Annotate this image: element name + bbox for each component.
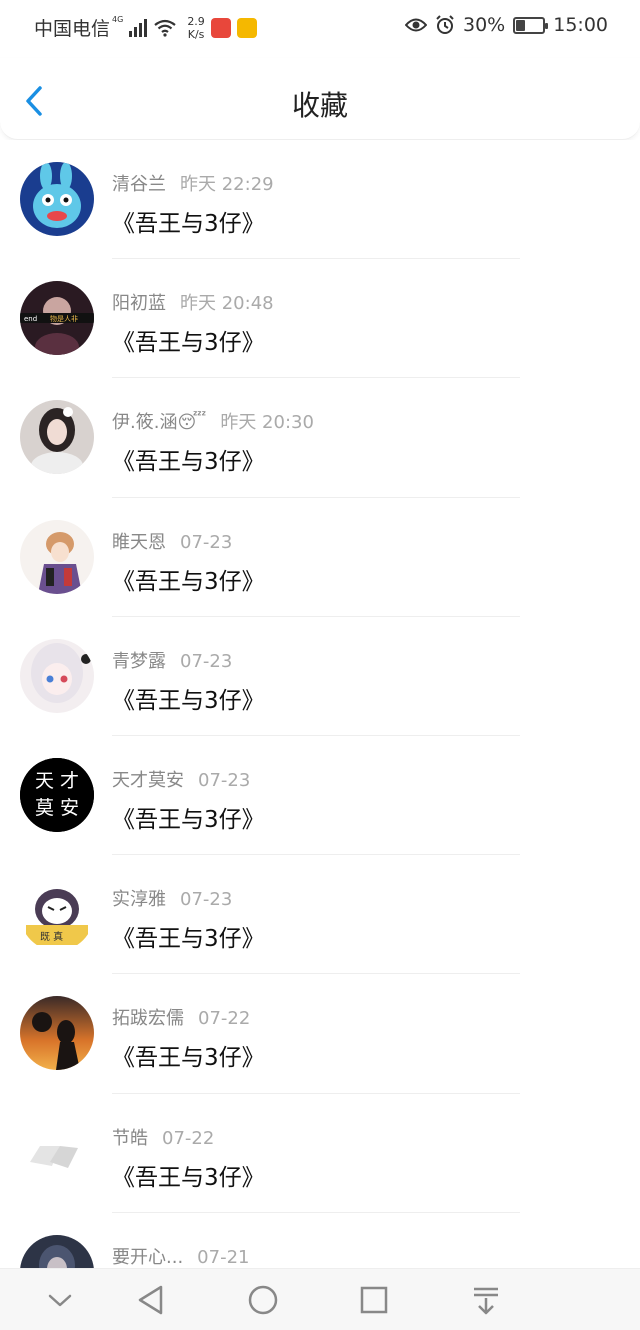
message-app-icon xyxy=(236,17,257,38)
dark-portrait-avatar-icon: end 物是人非 xyxy=(20,281,94,356)
network-type: 4G xyxy=(112,15,124,24)
sender-name: 实淳雅 xyxy=(112,889,166,911)
sender-name: 伊.筱.涵😴 xyxy=(112,412,207,434)
avatar[interactable] xyxy=(20,400,94,475)
item-meta: 阳初蓝 昨天 20:48 xyxy=(112,289,274,315)
list-item[interactable]: 天 才 莫 安 天才莫安 07-23 《吾王与3仔》 xyxy=(0,736,640,856)
item-content: 《吾王与3仔》 xyxy=(112,687,265,714)
item-time: 07-23 xyxy=(198,769,251,791)
network-speed: 2.9 K/s xyxy=(187,15,205,41)
cartoon-rabbit-avatar-icon xyxy=(20,162,94,236)
list-item[interactable]: 节皓 07-22 《吾王与3仔》 xyxy=(0,1094,640,1213)
list-item[interactable]: 拓跋宏儒 07-22 《吾王与3仔》 xyxy=(0,974,640,1094)
clock: 15:00 xyxy=(553,14,608,36)
network-speed-value: 2.9 xyxy=(187,14,205,28)
sender-name: 拓跋宏儒 xyxy=(112,1008,184,1030)
eye-icon xyxy=(405,18,427,32)
status-bar: 中国电信 4G 2.9 K/s 30% 15:00 xyxy=(0,0,640,58)
item-content: 《吾王与3仔》 xyxy=(112,330,265,357)
avatar-caption-wushi: 物是人非 xyxy=(50,314,78,323)
anime-girl-avatar-icon xyxy=(20,638,94,713)
avatar-book-text: 既 真 xyxy=(40,930,63,943)
notification-shade-icon[interactable] xyxy=(469,1283,503,1317)
item-meta: 清谷兰 昨天 22:29 xyxy=(112,170,274,196)
calligraphy-text-avatar-icon: 天 才 莫 安 xyxy=(20,757,94,832)
list-item[interactable]: 睢天恩 07-23 《吾王与3仔》 xyxy=(0,498,640,617)
list-item[interactable]: 既 真 实淳雅 07-23 《吾王与3仔》 xyxy=(0,855,640,975)
avatar[interactable] xyxy=(20,1115,94,1190)
avatar-text-line-2: 莫 安 xyxy=(35,797,79,819)
avatar[interactable] xyxy=(20,996,94,1071)
item-content: 《吾王与3仔》 xyxy=(112,568,265,595)
sender-name: 天才莫安 xyxy=(112,769,184,791)
avatar[interactable] xyxy=(20,519,94,594)
avatar[interactable] xyxy=(20,1234,94,1268)
avatar[interactable]: end 物是人非 xyxy=(20,281,94,356)
item-content: 《吾王与3仔》 xyxy=(112,449,265,476)
dark-character-avatar-icon xyxy=(20,1234,94,1268)
sender-name: 睢天恩 xyxy=(112,531,166,553)
avatar[interactable] xyxy=(20,638,94,713)
item-meta: 伊.筱.涵😴 昨天 20:30 xyxy=(112,408,314,434)
item-time: 07-23 xyxy=(180,889,233,911)
list-item[interactable]: 伊.筱.涵😴 昨天 20:30 《吾王与3仔》 xyxy=(0,378,640,498)
nav-home-icon[interactable] xyxy=(246,1283,280,1317)
item-content: 《吾王与3仔》 xyxy=(112,806,265,833)
item-meta: 要开心... 07-21 xyxy=(112,1243,249,1268)
item-content: 《吾王与3仔》 xyxy=(112,1045,265,1072)
sender-name: 节皓 xyxy=(112,1127,148,1149)
girl-photo-avatar-icon xyxy=(20,400,94,475)
list-item[interactable]: end 物是人非 阳初蓝 昨天 20:48 《吾王与3仔》 xyxy=(0,259,640,379)
item-time: 07-22 xyxy=(162,1127,215,1149)
faded-logo-avatar-icon xyxy=(20,1115,94,1190)
item-content: 《吾王与3仔》 xyxy=(112,1164,265,1191)
avatar[interactable]: 既 真 xyxy=(20,877,94,952)
item-time: 07-23 xyxy=(180,650,233,672)
item-meta: 节皓 07-22 xyxy=(112,1124,214,1150)
list-item[interactable]: 要开心... 07-21 xyxy=(0,1213,640,1268)
item-content: 《吾王与3仔》 xyxy=(112,211,265,237)
notification-app-icon xyxy=(210,17,231,38)
item-time: 07-23 xyxy=(180,531,233,553)
alarm-icon xyxy=(436,15,454,34)
favorites-list[interactable]: 清谷兰 昨天 22:29 《吾王与3仔》 end 物是人非 阳初蓝 昨天 20:48… xyxy=(0,140,640,1268)
item-time: 昨天 20:30 xyxy=(220,412,314,434)
item-time: 07-22 xyxy=(198,1008,251,1030)
item-content: 《吾王与3仔》 xyxy=(112,926,265,953)
item-time: 昨天 22:29 xyxy=(180,174,274,195)
app-header: 收藏 xyxy=(0,58,640,140)
sender-name: 阳初蓝 xyxy=(112,293,166,315)
network-speed-unit: K/s xyxy=(187,27,205,41)
cartoon-reader-avatar-icon: 既 真 xyxy=(20,877,94,952)
sunset-silhouette-avatar-icon xyxy=(20,996,94,1071)
item-time: 昨天 20:48 xyxy=(180,293,274,315)
signal-icon xyxy=(129,18,148,37)
sender-name: 清谷兰 xyxy=(112,174,166,195)
avatar[interactable]: 天 才 莫 安 xyxy=(20,757,94,832)
hide-nav-chevron-icon[interactable] xyxy=(43,1283,77,1317)
anime-boy-avatar-icon xyxy=(20,519,94,594)
avatar-caption-end: end xyxy=(24,315,37,323)
battery-percent: 30% xyxy=(463,14,506,36)
page-title: 收藏 xyxy=(291,89,348,122)
sender-name: 要开心... xyxy=(112,1246,184,1268)
sender-name: 青梦露 xyxy=(112,650,166,672)
avatar[interactable] xyxy=(20,162,94,236)
item-meta: 睢天恩 07-23 xyxy=(112,528,232,554)
battery-fill xyxy=(516,19,525,31)
item-time: 07-21 xyxy=(197,1246,250,1268)
item-meta: 青梦露 07-23 xyxy=(112,647,232,673)
wifi-icon xyxy=(154,19,176,37)
avatar-text-line-1: 天 才 xyxy=(35,770,79,792)
item-meta: 拓跋宏儒 07-22 xyxy=(112,1004,250,1030)
item-meta: 天才莫安 07-23 xyxy=(112,766,250,792)
list-item[interactable]: 清谷兰 昨天 22:29 《吾王与3仔》 xyxy=(0,140,640,260)
nav-back-icon[interactable] xyxy=(134,1283,168,1317)
battery-icon xyxy=(513,16,549,34)
item-meta: 实淳雅 07-23 xyxy=(112,885,232,911)
system-nav-bar xyxy=(0,1268,640,1330)
nav-recents-icon[interactable] xyxy=(357,1283,391,1317)
list-item[interactable]: 青梦露 07-23 《吾王与3仔》 xyxy=(0,617,640,736)
carrier-name: 中国电信 xyxy=(34,18,111,40)
